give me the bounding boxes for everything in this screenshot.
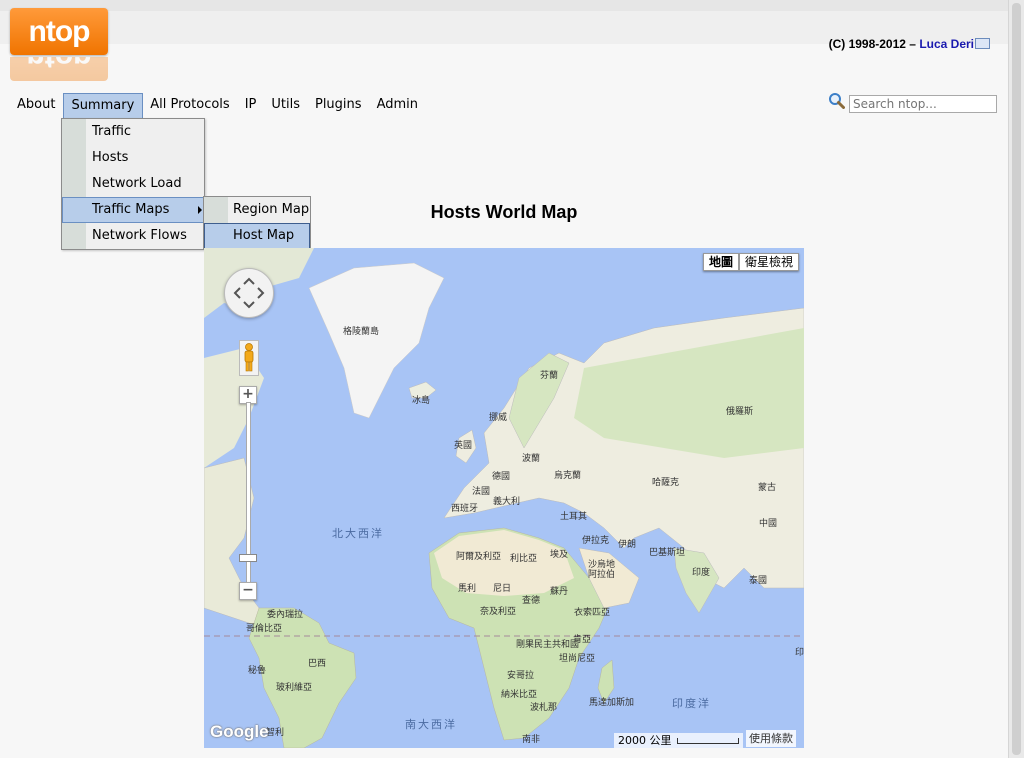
ntop-logo[interactable]: ntop — [10, 8, 108, 55]
map-scale: 2000 公里 — [614, 733, 743, 748]
map-label-arabia: 阿拉伯 — [588, 570, 616, 580]
map-label-germany: 德國 — [492, 472, 511, 482]
map-label-nigeria: 奈及利亞 — [480, 607, 517, 617]
map-label-finland: 芬蘭 — [540, 371, 559, 381]
menu-plugins[interactable]: Plugins — [308, 93, 370, 118]
menu-admin[interactable]: Admin — [370, 93, 426, 118]
search-input[interactable] — [849, 95, 997, 113]
google-logo[interactable]: Google — [210, 722, 269, 742]
world-map[interactable]: 格陵蘭島 冰島 芬蘭 挪威 俄羅斯 英國 波蘭 德國 烏克蘭 法國 哈薩克 蒙古… — [204, 248, 804, 748]
map-label-north-atlantic: 北大西洋 — [332, 527, 384, 540]
map-label-greenland: 格陵蘭島 — [343, 327, 380, 337]
dropdown-item-hosts[interactable]: Hosts — [62, 145, 204, 171]
map-label-brazil: 巴西 — [308, 659, 327, 669]
map-label-india: 印度 — [692, 568, 711, 578]
submenu-item-region-map[interactable]: Region Map — [204, 197, 310, 223]
submenu-arrow-icon — [198, 206, 202, 214]
map-label-kazakhstan: 哈薩克 — [652, 478, 680, 488]
copyright-text: (C) 1998-2012 – — [828, 37, 920, 51]
map-type-control: 地圖 衛星檢視 — [702, 253, 799, 271]
traffic-maps-submenu: Region Map Host Map — [203, 196, 311, 250]
map-label-turkey: 土耳其 — [560, 512, 588, 522]
map-label-botswana: 波札那 — [530, 703, 558, 713]
map-label-russia: 俄羅斯 — [726, 407, 754, 417]
map-label-uk: 英國 — [454, 441, 473, 451]
map-label-chad: 查德 — [522, 596, 541, 606]
map-type-satellite-button[interactable]: 衛星檢視 — [738, 253, 799, 271]
map-label-venezuela: 委內瑞拉 — [267, 610, 304, 620]
menu-about[interactable]: About — [10, 93, 63, 118]
menu-utils[interactable]: Utils — [264, 93, 308, 118]
map-label-china: 中國 — [759, 519, 778, 529]
map-label-iran: 伊朗 — [618, 540, 637, 550]
map-label-pakistan: 巴基斯坦 — [649, 548, 686, 558]
menu-all-protocols[interactable]: All Protocols — [143, 93, 237, 118]
vertical-scrollbar[interactable] — [1008, 0, 1024, 758]
zoom-out-button[interactable]: − — [239, 582, 257, 600]
main-menu: About Summary All Protocols IP Utils Plu… — [10, 93, 426, 118]
terms-of-use-link[interactable]: 使用條款 — [746, 730, 796, 747]
map-label-madagascar: 馬達加斯加 — [589, 698, 635, 708]
map-type-map-button[interactable]: 地圖 — [702, 253, 739, 271]
map-label-angola: 安哥拉 — [507, 671, 535, 681]
map-label-drc: 剛果民主共和國 — [516, 640, 580, 650]
map-label-mongolia: 蒙古 — [758, 483, 777, 493]
author-link[interactable]: Luca Deri — [919, 37, 974, 51]
map-label-poland: 波蘭 — [522, 454, 541, 464]
scale-bar — [676, 737, 739, 744]
traffic-maps-label: Traffic Maps — [92, 202, 170, 217]
dropdown-item-traffic[interactable]: Traffic — [62, 119, 204, 145]
pegman-icon — [244, 343, 254, 372]
dropdown-item-network-load[interactable]: Network Load — [62, 171, 204, 197]
map-label-algeria: 阿爾及利亞 — [456, 552, 502, 562]
dropdown-item-traffic-maps[interactable]: Traffic Maps — [62, 197, 204, 223]
map-label-peru: 秘魯 — [248, 666, 267, 676]
map-label-bolivia: 玻利維亞 — [276, 683, 313, 693]
menu-ip[interactable]: IP — [238, 93, 265, 118]
map-label-mali: 馬利 — [458, 584, 477, 594]
map-label-spain: 西班牙 — [451, 504, 479, 514]
map-label-ukraine: 烏克蘭 — [554, 471, 582, 481]
map-label-colombia: 哥倫比亞 — [246, 624, 283, 634]
page-title: Hosts World Map — [430, 202, 578, 222]
pan-control[interactable] — [224, 268, 274, 318]
ntop-logo-reflection: ntop — [10, 57, 108, 81]
map-label-niger: 尼日 — [493, 584, 512, 594]
street-view-pegman[interactable] — [239, 340, 259, 376]
zoom-slider-thumb[interactable] — [239, 554, 257, 562]
map-label-indian-ocean: 印度洋 — [672, 697, 711, 710]
map-label-iraq: 伊拉克 — [582, 536, 610, 546]
map-label-libya: 利比亞 — [510, 554, 538, 564]
map-label-south-atlantic: 南大西洋 — [405, 718, 457, 731]
map-label-norway: 挪威 — [489, 413, 508, 423]
map-label-iceland: 冰島 — [412, 396, 431, 406]
logo-reflection-text: ntop — [10, 57, 108, 81]
map-label-ethiopia: 衣索匹亞 — [574, 608, 611, 618]
scrollbar-thumb[interactable] — [1012, 3, 1021, 755]
submenu-item-host-map[interactable]: Host Map — [204, 223, 310, 249]
map-label-france: 法國 — [472, 487, 491, 497]
mail-icon[interactable] — [975, 38, 990, 49]
map-label-kenya: 肯亞 — [573, 635, 592, 645]
search-icon[interactable] — [828, 92, 845, 109]
map-label-italy: 義大利 — [493, 497, 521, 507]
menu-summary[interactable]: Summary — [63, 93, 144, 118]
map-label-philippines: 印 — [795, 648, 804, 658]
map-label-south-africa: 南非 — [522, 735, 541, 745]
map-label-sudan: 蘇丹 — [550, 587, 569, 597]
top-stripe — [0, 0, 1008, 11]
dropdown-item-network-flows[interactable]: Network Flows — [62, 223, 204, 249]
map-label-namibia: 納米比亞 — [501, 690, 538, 700]
map-label-egypt: 埃及 — [550, 550, 569, 560]
copyright: (C) 1998-2012 – Luca Deri — [829, 37, 990, 51]
map-label-thailand: 泰國 — [749, 576, 768, 586]
scale-label: 2000 公里 — [618, 734, 672, 747]
summary-dropdown: Traffic Hosts Network Load Traffic Maps … — [61, 118, 205, 250]
map-label-tanzania: 坦尚尼亞 — [559, 654, 596, 664]
pan-arrows-icon — [233, 277, 265, 309]
